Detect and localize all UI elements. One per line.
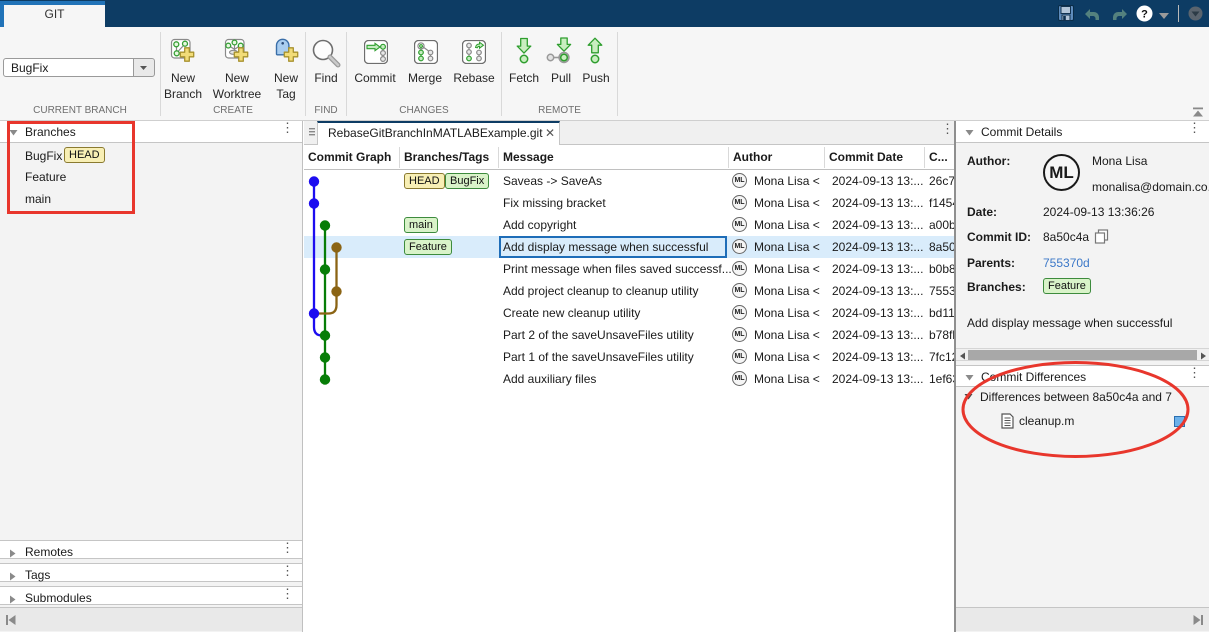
svg-text:?: ? — [1141, 9, 1148, 21]
